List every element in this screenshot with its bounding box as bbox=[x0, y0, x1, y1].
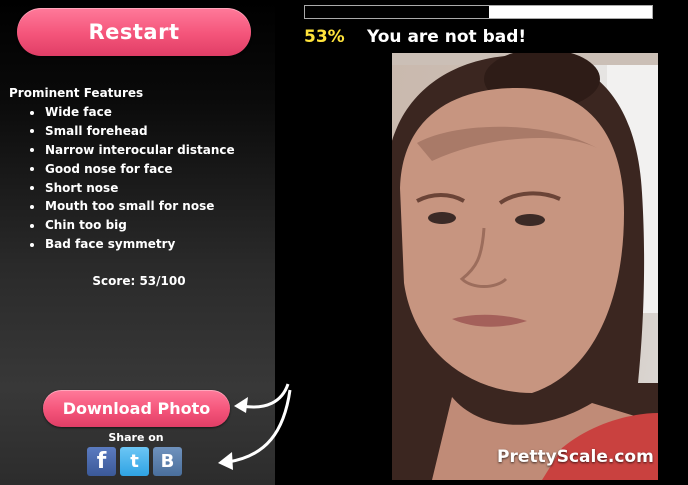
percent-label: 53% bbox=[304, 27, 345, 47]
feature-item-label: Small forehead bbox=[45, 123, 148, 138]
vk-icon[interactable]: B bbox=[153, 447, 182, 476]
feature-item: Short nose bbox=[27, 179, 235, 198]
bullet-icon bbox=[30, 129, 34, 134]
feature-item: Mouth too small for nose bbox=[27, 197, 235, 216]
score-progress-bar bbox=[304, 5, 653, 19]
feature-item-label: Mouth too small for nose bbox=[45, 199, 215, 214]
share-label: Share on bbox=[108, 431, 164, 444]
progress-fill bbox=[305, 6, 489, 18]
feature-item: Narrow interocular distance bbox=[27, 141, 235, 160]
bullet-icon bbox=[30, 223, 34, 228]
feature-item-label: Narrow interocular distance bbox=[45, 142, 235, 157]
restart-button[interactable]: Restart bbox=[17, 8, 251, 56]
bullet-icon bbox=[30, 204, 34, 209]
facebook-icon[interactable]: f bbox=[87, 447, 116, 476]
features-heading: Prominent Features bbox=[9, 86, 144, 100]
feature-item: Bad face symmetry bbox=[27, 235, 235, 254]
arrowhead-icon bbox=[218, 452, 233, 470]
download-photo-button[interactable]: Download Photo bbox=[43, 390, 230, 427]
arrow-icons bbox=[218, 383, 292, 470]
feature-item-label: Bad face symmetry bbox=[45, 237, 176, 252]
feature-item: Small forehead bbox=[27, 122, 235, 141]
feature-item-label: Wide face bbox=[45, 105, 112, 119]
curved-arrow-icon bbox=[227, 389, 292, 464]
feature-item-label: Chin too big bbox=[45, 218, 127, 233]
bullet-icon bbox=[30, 110, 34, 115]
score-text: Score: 53/100 bbox=[92, 274, 186, 288]
feature-item: Wide face bbox=[27, 103, 235, 122]
feature-item: Chin too big bbox=[27, 216, 235, 235]
bullet-icon bbox=[30, 186, 34, 191]
bullet-icon bbox=[30, 148, 34, 153]
features-list: Wide face Small forehead Narrow interocu… bbox=[27, 103, 235, 254]
face-photo bbox=[392, 53, 658, 480]
verdict-text: You are not bad! bbox=[367, 27, 527, 47]
feature-item-label: Short nose bbox=[45, 180, 119, 195]
curved-arrow-icon bbox=[241, 383, 290, 409]
bullet-icon bbox=[30, 242, 34, 247]
feature-item: Good nose for face bbox=[27, 160, 235, 179]
arrowhead-icon bbox=[234, 397, 248, 413]
share-icons: f t B bbox=[87, 447, 182, 476]
watermark-text: PrettyScale.com bbox=[497, 447, 654, 467]
feature-item-label: Good nose for face bbox=[45, 161, 173, 176]
bullet-icon bbox=[30, 167, 34, 172]
face-photo-illustration bbox=[392, 53, 658, 480]
twitter-icon[interactable]: t bbox=[120, 447, 149, 476]
